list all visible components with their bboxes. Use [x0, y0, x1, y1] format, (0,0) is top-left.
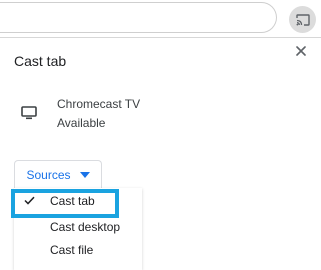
- cast-button[interactable]: [289, 6, 316, 33]
- device-name: Chromecast TV: [57, 97, 141, 111]
- sources-label: Sources: [26, 167, 71, 182]
- close-icon: [296, 46, 306, 56]
- cast-dialog: Cast tab Chromecast TV Available Sources: [0, 38, 321, 270]
- menu-item-label: Cast tab: [50, 194, 95, 208]
- address-bar[interactable]: [0, 2, 277, 33]
- menu-item-cast-tab[interactable]: Cast tab: [14, 190, 142, 213]
- sources-menu: Cast tab Cast desktop Cast file: [14, 188, 142, 270]
- monitor-icon: [21, 106, 37, 120]
- close-button[interactable]: [292, 42, 310, 60]
- browser-toolbar: [0, 0, 321, 38]
- caret-down-icon: [79, 171, 90, 178]
- sources-dropdown-button[interactable]: Sources: [14, 160, 102, 188]
- device-status: Available: [57, 116, 106, 130]
- menu-item-label: Cast desktop: [50, 220, 121, 234]
- cast-icon: [295, 13, 310, 26]
- device-item-chromecast[interactable]: Chromecast TV Available: [0, 94, 321, 134]
- menu-item-label: Cast file: [50, 243, 94, 257]
- cast-dialog-screenshot: Cast tab Chromecast TV Available Sources: [0, 0, 321, 270]
- menu-item-cast-file[interactable]: Cast file: [14, 239, 142, 262]
- checkmark-icon: [24, 196, 35, 205]
- dialog-title: Cast tab: [14, 53, 67, 69]
- menu-item-cast-desktop[interactable]: Cast desktop: [14, 216, 142, 239]
